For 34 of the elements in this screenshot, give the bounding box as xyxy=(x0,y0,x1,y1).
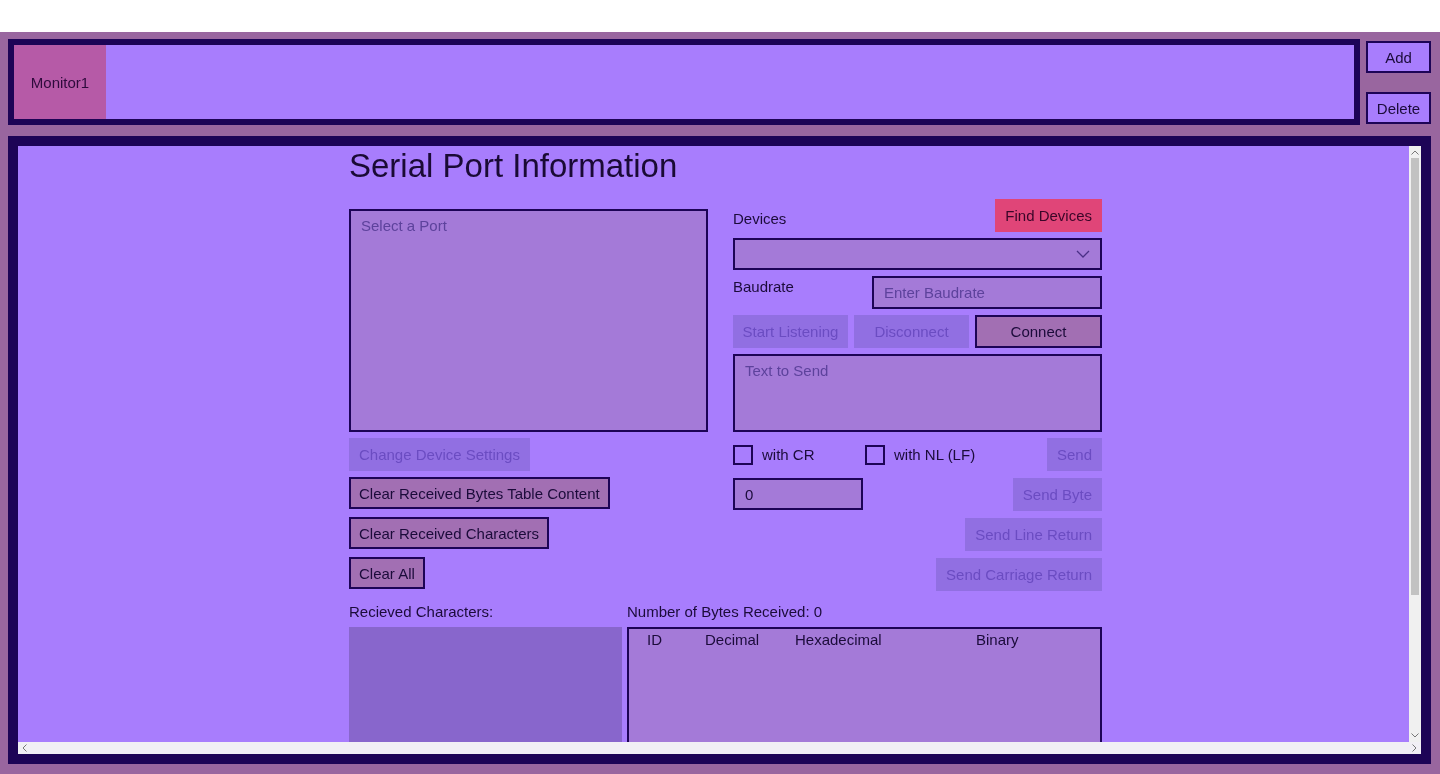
baudrate-label: Baudrate xyxy=(733,277,795,297)
vertical-scrollbar[interactable] xyxy=(1409,146,1421,742)
horizontal-scrollbar[interactable] xyxy=(18,742,1421,754)
byte-input[interactable]: 0 xyxy=(733,478,863,510)
clear-bytes-button[interactable]: Clear Received Bytes Table Content xyxy=(349,477,610,509)
checkbox[interactable] xyxy=(733,444,753,465)
chevron-up-icon[interactable] xyxy=(1411,150,1419,155)
text-to-send-field[interactable]: Text to Send xyxy=(733,354,1102,432)
page-title: Serial Port Information xyxy=(349,146,678,186)
device-dropdown[interactable] xyxy=(733,238,1102,270)
column-header: Binary xyxy=(976,631,1019,649)
column-header: Hexadecimal xyxy=(795,631,883,649)
chevron-down-icon xyxy=(1076,250,1090,258)
connect-button[interactable]: Connect xyxy=(975,315,1102,348)
received-characters-label: Recieved Characters: xyxy=(349,603,495,621)
chevron-down-icon[interactable] xyxy=(1411,733,1419,738)
delete-button[interactable]: Delete xyxy=(1366,92,1431,124)
chevron-right-icon[interactable] xyxy=(1412,744,1417,752)
clear-characters-button[interactable]: Clear Received Characters xyxy=(349,517,550,549)
find-devices-button[interactable]: Find Devices xyxy=(995,199,1102,232)
checkbox-label: with CR xyxy=(762,445,815,464)
checkbox-label: with NL (LF) xyxy=(894,445,976,464)
column-header: Decimal xyxy=(705,631,761,649)
clear-all-button[interactable]: Clear All xyxy=(349,557,425,589)
bytes-received-label: Number of Bytes Received: 0 xyxy=(627,603,824,621)
devices-label: Devices xyxy=(733,210,787,229)
add-button[interactable]: Add xyxy=(1366,41,1431,73)
monitor-tab[interactable]: Monitor1 xyxy=(14,45,106,119)
chevron-left-icon[interactable] xyxy=(22,744,27,752)
checkbox[interactable] xyxy=(865,444,885,465)
scrollbar-thumb[interactable] xyxy=(1411,158,1419,595)
baudrate-input[interactable]: Enter Baudrate xyxy=(872,276,1102,309)
column-header: ID xyxy=(647,631,663,649)
port-list[interactable]: Select a Port xyxy=(349,209,708,432)
